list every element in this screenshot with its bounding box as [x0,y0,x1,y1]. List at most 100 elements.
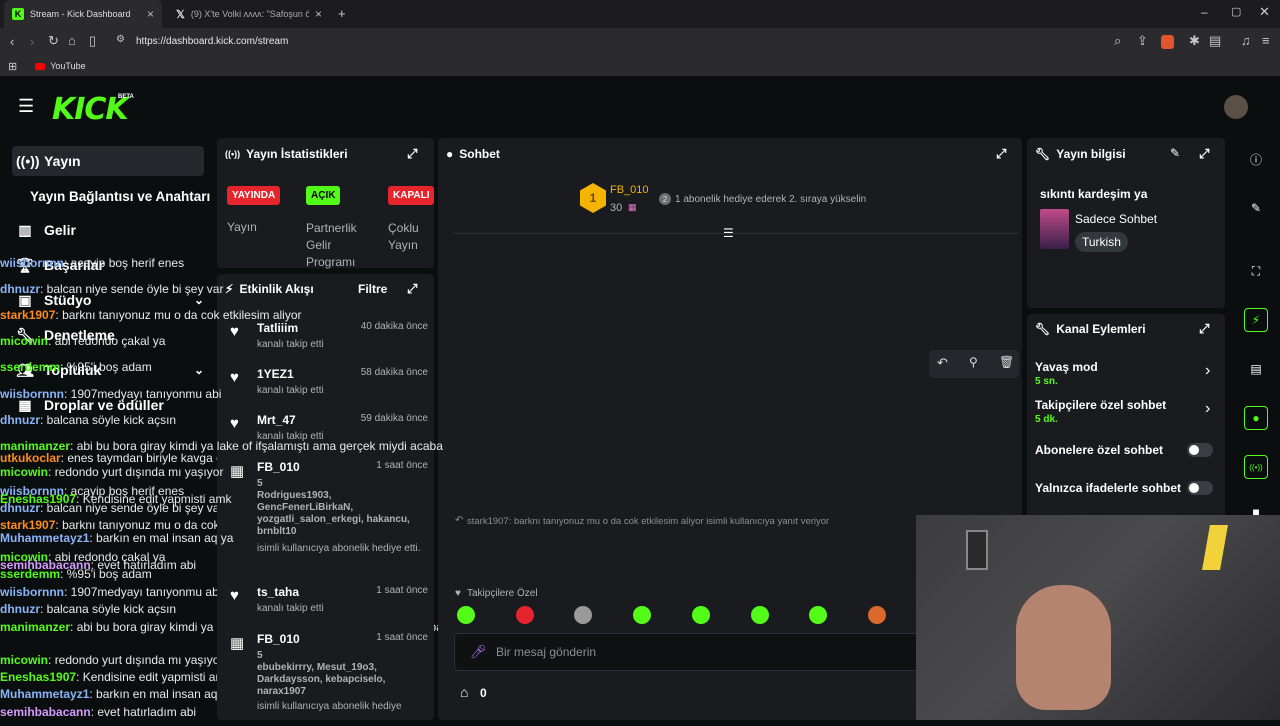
extensions-icon[interactable]: ✱ [1189,33,1200,49]
chat-username[interactable]: wiisbornnn [0,585,64,599]
expand-icon[interactable]: ⤢ [996,146,1006,162]
followers-only-row[interactable]: Takipçilere özel sohbet 5 dk. › [1035,398,1221,430]
expand-icon[interactable]: ⤢ [1199,146,1209,162]
emotes-only-toggle[interactable] [1187,481,1213,495]
colon-separator: : [70,620,77,634]
chat-username[interactable]: manimanzer [0,439,70,453]
reply-arrow-icon: ↶ [455,515,464,526]
pin-icon[interactable]: ⚲ [969,355,978,369]
subscribers-only-toggle[interactable] [1187,443,1213,457]
colon-separator: : [76,670,83,684]
chat-username[interactable]: semihbabacann [0,705,91,719]
emote-face-icon[interactable] [633,606,651,624]
avatar[interactable] [1224,95,1248,119]
sidebar-icon[interactable]: ▤ [1209,33,1221,49]
activity-user: Tatliiim [257,321,299,335]
chat-username[interactable]: dhnuzr [0,282,40,296]
chat-username[interactable]: dhnuzr [0,413,40,427]
delete-icon[interactable]: 🗑︎ [999,355,1014,369]
back-icon[interactable]: ‹ [10,34,14,49]
chat-username[interactable]: stark1907 [0,308,55,322]
emote-crying-icon[interactable] [692,606,710,624]
filter-button[interactable]: Filtre [358,282,387,296]
info-icon[interactable]: ⓘ [1244,147,1268,171]
site-settings-icon[interactable]: ⚙ [116,34,125,45]
chat-bubble-icon[interactable]: ● [1244,406,1268,430]
chat-username[interactable]: semihbabacann [0,558,91,572]
tab-kick-dashboard[interactable]: K Stream - Kick Dashboard × [4,0,162,28]
reply-icon[interactable]: ↶ [937,355,948,371]
pinned-toggle-icon[interactable]: ☰ [723,226,734,240]
chat-username[interactable]: stark1907 [0,518,55,532]
chat-username[interactable]: micowin [0,334,48,348]
chat-username[interactable]: utkukoclar [0,451,61,465]
close-tab-icon[interactable]: × [315,7,322,21]
chat-username[interactable]: wiisbornnn [0,387,64,401]
nav-item-yayin[interactable]: ((•)) Yayın [12,146,204,176]
activity-item: ♥ ts_taha 1 saat önce kanalı takip etti [228,585,428,625]
menu-icon[interactable]: ≡ [1262,33,1270,48]
edit-icon[interactable]: ✎ [1244,196,1268,220]
emote-angry-icon[interactable] [516,606,534,624]
emote-ghost-icon[interactable] [809,606,827,624]
chat-bubble-icon: ● [446,147,454,161]
chat-message: micowin: redondo yurt dışında mı yaşıyor [0,653,223,667]
url-field[interactable]: https://dashboard.kick.com/stream [136,36,288,47]
chevron-right-icon: › [1205,362,1211,379]
lightning-icon[interactable]: ⚡︎ [1244,308,1268,332]
expand-icon[interactable]: ⤢ [1199,321,1209,337]
zoom-icon[interactable]: ⌕ [1114,33,1121,49]
tab-title: Stream - Kick Dashboard [30,9,131,19]
kick-favicon-icon: K [12,8,24,20]
chat-username[interactable]: Eneshas1907 [0,492,76,506]
top-gifter-name[interactable]: FB_010 [610,184,649,196]
slow-mode-row[interactable]: Yavaş mod 5 sn. › [1035,360,1221,392]
edit-icon[interactable]: ✎ [1170,146,1180,160]
nav-item-stream-key[interactable]: Yayın Bağlantısı ve Anahtarı [26,181,210,211]
activity-desc: kanalı takip etti [257,385,324,396]
store-icon[interactable]: ⌂ [460,684,468,700]
emote-skull-icon[interactable] [574,606,592,624]
chat-username[interactable]: micowin [0,653,48,667]
forward-icon[interactable]: › [30,34,34,49]
chat-title: Sohbet [459,147,500,161]
chat-username[interactable]: manimanzer [0,620,70,634]
minimize-icon[interactable]: – [1201,5,1208,19]
chat-username[interactable]: dhnuzr [0,602,40,616]
chat-username[interactable]: micowin [0,465,48,479]
apps-icon[interactable]: ⊞ [8,60,17,73]
brave-shield-icon[interactable] [1161,35,1174,49]
bookmark-youtube[interactable]: YouTube [50,61,85,71]
media-icon[interactable]: ♫ [1241,33,1251,48]
chat-username[interactable]: sserdemm [0,360,60,374]
expand-icon[interactable]: ⤢ [407,146,417,162]
maximize-icon[interactable]: ▢ [1231,5,1241,18]
emote-frog-icon[interactable] [868,606,886,624]
hamburger-menu-icon[interactable]: ☰ [18,96,34,117]
nav-item-gelir[interactable]: ▥ Gelir [12,215,76,245]
points-count: 0 [480,686,487,700]
chat-username[interactable]: Eneshas1907 [0,670,76,684]
chevron-right-icon: › [1205,400,1211,417]
chat-username[interactable]: Muhammetayz1 [0,687,89,701]
screen-icon[interactable]: ⛶ [1244,259,1268,283]
tab-x[interactable]: 𝕏 (9) X'te Volki ᴧᴧᴧᴧ: "Safoşun ödediği … [168,0,330,28]
category-name[interactable]: Sadece Sohbet [1075,212,1157,226]
expand-icon[interactable]: ⤢ [407,281,417,297]
bookmark-icon[interactable]: ▯ [89,33,96,49]
emote-trophy-icon[interactable] [457,606,475,624]
close-window-icon[interactable]: ✕ [1259,4,1270,20]
chat-message: micowin: redondo yurt dışında mı yaşıyor [0,465,223,479]
kick-logo[interactable]: KICK [52,92,129,127]
reload-icon[interactable]: ↻ [48,33,59,49]
chat-username[interactable]: Muhammetayz1 [0,531,89,545]
emote-blob-icon[interactable] [751,606,769,624]
chat-username[interactable]: wiisbornnn [0,256,64,270]
mic-icon[interactable]: 🎤︎ [470,644,487,660]
new-tab-icon[interactable]: + [338,6,346,21]
home-icon[interactable]: ⌂ [68,33,76,48]
document-icon[interactable]: ▤ [1244,357,1268,381]
close-tab-icon[interactable]: × [147,7,154,21]
share-icon[interactable]: ⇪ [1137,33,1148,49]
broadcast-icon[interactable]: ((•)) [1244,455,1268,479]
